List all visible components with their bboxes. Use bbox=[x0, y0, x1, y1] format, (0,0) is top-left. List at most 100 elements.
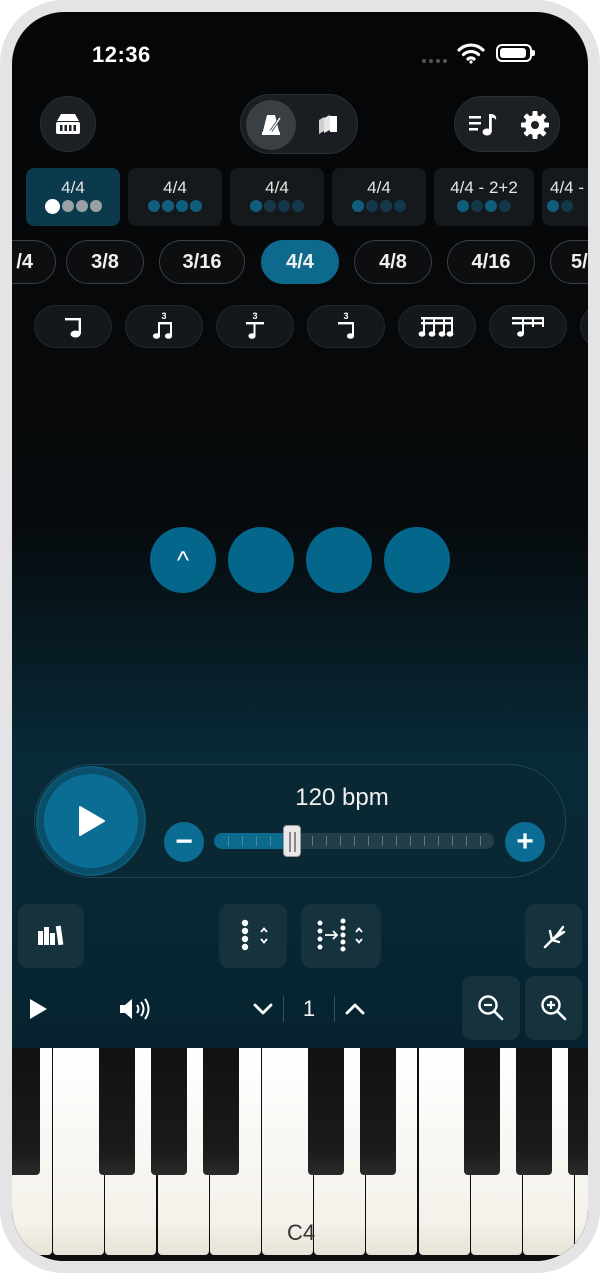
tempo-slider-thumb[interactable] bbox=[283, 825, 302, 857]
piano-black-key[interactable] bbox=[360, 1048, 396, 1175]
stacked-cards-icon bbox=[319, 115, 337, 134]
piano-play-button[interactable] bbox=[24, 994, 52, 1024]
slider-tick bbox=[396, 836, 397, 846]
battery-icon bbox=[496, 44, 535, 62]
meter-pill-selected[interactable]: 4/4 bbox=[261, 240, 339, 284]
meter-pill[interactable]: 4/16 bbox=[447, 240, 535, 284]
subdivision-sixteenths[interactable] bbox=[398, 305, 476, 348]
piano-black-key[interactable] bbox=[308, 1048, 344, 1175]
tempo-slider[interactable] bbox=[214, 833, 494, 849]
slider-tick bbox=[242, 836, 243, 846]
beat-circle[interactable] bbox=[228, 527, 294, 593]
library-button[interactable] bbox=[18, 904, 84, 968]
beat-count-selector[interactable] bbox=[219, 904, 287, 968]
preset-beat-dots bbox=[26, 199, 120, 217]
meter-pill[interactable]: 3/8 bbox=[66, 240, 144, 284]
triplet-rest-alt-icon: 3 bbox=[338, 311, 355, 339]
piano-black-key[interactable] bbox=[151, 1048, 187, 1175]
preset-card[interactable]: 4/4 - bbox=[542, 168, 588, 226]
subdivision-eighth-triplet[interactable]: 3 bbox=[125, 305, 203, 348]
wifi-icon bbox=[457, 43, 485, 64]
subdivision-count-selector[interactable] bbox=[301, 904, 381, 968]
status-bar: 12:36 bbox=[12, 12, 588, 92]
meter-pill[interactable]: 3/16 bbox=[159, 240, 245, 284]
play-icon bbox=[79, 806, 105, 836]
octave-down-button[interactable] bbox=[250, 996, 276, 1022]
preset-label: 4/4 bbox=[367, 178, 391, 197]
subdivision-triplet-rest-b[interactable]: 3 bbox=[307, 305, 385, 348]
meter-pill[interactable]: 4/8 bbox=[354, 240, 432, 284]
preset-beat-dots bbox=[128, 199, 222, 217]
triplet-eighths-icon: 3 bbox=[152, 311, 173, 339]
middle-c-label: C4 bbox=[286, 1220, 316, 1245]
app-screen: 12:36 4/4 4/4 4/4 4/4 4/4 - 2+2 4/4 - /4… bbox=[12, 12, 588, 1261]
subdivision-quarter[interactable] bbox=[34, 305, 112, 348]
preset-beat-dots bbox=[332, 199, 426, 217]
tuning-fork-icon bbox=[543, 925, 565, 949]
metronome-mode-tab[interactable] bbox=[246, 100, 296, 150]
slider-tick bbox=[452, 836, 453, 846]
slider-tick bbox=[410, 836, 411, 846]
piano-white-key[interactable] bbox=[418, 1048, 470, 1255]
tempo-increase-button[interactable]: + bbox=[505, 822, 545, 862]
piano-black-key[interactable] bbox=[12, 1048, 40, 1175]
preset-card[interactable]: 4/4 bbox=[128, 168, 222, 226]
volume-button[interactable] bbox=[116, 994, 156, 1024]
sixteenth-rests-icon bbox=[512, 316, 544, 337]
top-right-actions bbox=[454, 96, 560, 152]
preset-card[interactable]: 4/4 - 2+2 bbox=[434, 168, 534, 226]
zoom-in-icon bbox=[540, 995, 566, 1021]
play-icon bbox=[30, 999, 47, 1019]
tuning-fork-button[interactable] bbox=[525, 904, 582, 968]
speaker-device-icon bbox=[56, 114, 80, 134]
slider-tick bbox=[368, 836, 369, 846]
zoom-out-button[interactable] bbox=[462, 976, 520, 1040]
cards-mode-tab[interactable] bbox=[303, 100, 353, 150]
slider-tick bbox=[466, 836, 467, 846]
preset-label: 4/4 bbox=[265, 178, 289, 197]
play-button[interactable] bbox=[38, 768, 144, 874]
preset-label: 4/4 bbox=[61, 178, 85, 197]
divider bbox=[334, 996, 335, 1022]
meter-pill[interactable]: 5/ bbox=[550, 240, 588, 284]
sixteenth-notes-icon bbox=[418, 316, 454, 337]
slider-tick bbox=[228, 836, 229, 846]
subdivision-sixteenth-rests[interactable] bbox=[489, 305, 567, 348]
playlist-button[interactable] bbox=[457, 97, 509, 153]
slider-tick bbox=[312, 836, 313, 846]
slider-tick bbox=[256, 836, 257, 846]
playlist-icon bbox=[469, 114, 497, 136]
piano-black-key[interactable] bbox=[203, 1048, 239, 1175]
octave-up-button[interactable] bbox=[342, 996, 368, 1022]
beat-circle[interactable] bbox=[384, 527, 450, 593]
piano-white-key[interactable] bbox=[53, 1048, 105, 1255]
beat-circle-accent[interactable]: ^ bbox=[150, 527, 216, 593]
preset-label: 4/4 - bbox=[550, 178, 585, 197]
meter-pill[interactable]: /4 bbox=[12, 240, 56, 284]
quarter-note-icon bbox=[65, 317, 81, 337]
mode-switch bbox=[240, 94, 358, 154]
piano-black-key[interactable] bbox=[568, 1048, 588, 1175]
preset-beat-dots bbox=[230, 199, 324, 217]
piano-black-key[interactable] bbox=[99, 1048, 135, 1175]
piano-black-key[interactable] bbox=[464, 1048, 500, 1175]
slider-tick bbox=[354, 836, 355, 846]
slider-tick bbox=[382, 836, 383, 846]
preset-card[interactable]: 4/4 bbox=[230, 168, 324, 226]
preset-card[interactable]: 4/4 bbox=[26, 168, 120, 226]
slider-tick bbox=[326, 836, 327, 846]
bpm-display: 120 bpm bbox=[295, 784, 389, 811]
meter-selector: /4 3/8 3/16 4/4 4/8 4/16 5/ bbox=[12, 240, 588, 286]
piano-black-key[interactable] bbox=[516, 1048, 552, 1175]
subdivision-triplet-rest-a[interactable]: 3 bbox=[216, 305, 294, 348]
settings-button[interactable] bbox=[509, 97, 561, 153]
subdivision-selector: 3 3 3 bbox=[12, 305, 588, 349]
beat-circle[interactable] bbox=[306, 527, 372, 593]
tempo-decrease-button[interactable]: − bbox=[164, 822, 204, 862]
svg-text:3: 3 bbox=[343, 311, 348, 321]
speaker-volume-icon bbox=[120, 998, 150, 1020]
zoom-in-button[interactable] bbox=[525, 976, 582, 1040]
subdivision-more[interactable] bbox=[580, 305, 588, 348]
preset-card[interactable]: 4/4 bbox=[332, 168, 426, 226]
sound-device-button[interactable] bbox=[40, 96, 96, 152]
